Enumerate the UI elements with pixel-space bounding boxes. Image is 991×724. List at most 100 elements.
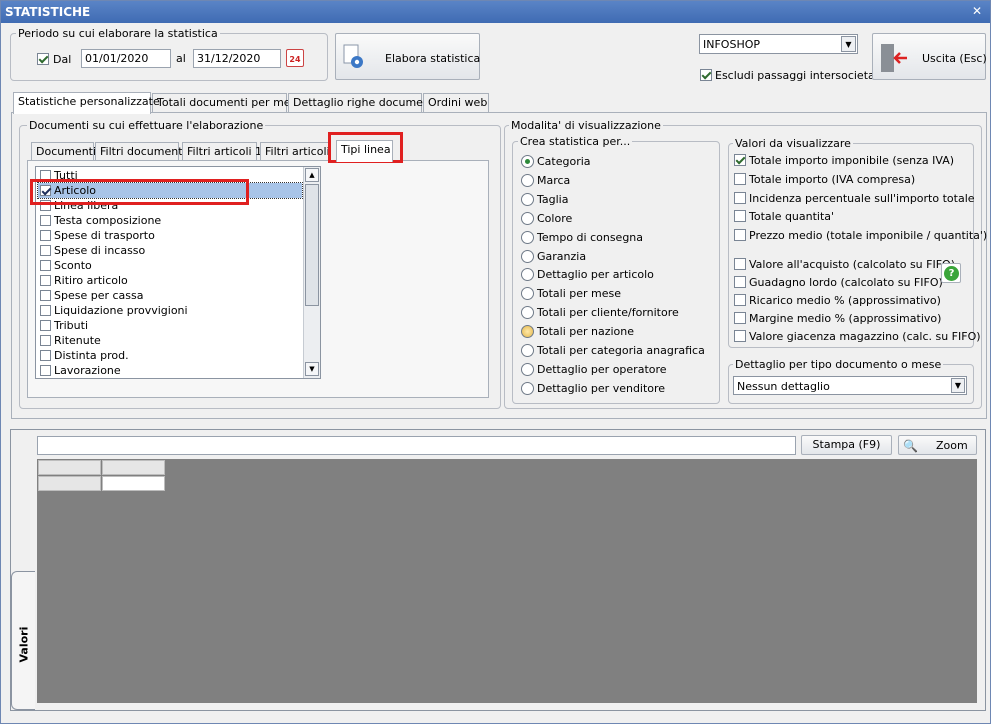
valori-label: Valore giacenza magazzino (calc. su FIFO… (749, 330, 981, 343)
list-item[interactable]: Distinta prod. (38, 348, 302, 363)
dettaglio-group-label: Dettaglio per tipo documento o mese (733, 358, 944, 371)
list-item-label: Liquidazione provvigioni (54, 304, 188, 317)
radio-option[interactable] (521, 381, 534, 395)
chevron-down-icon[interactable]: ▼ (951, 378, 965, 393)
radio-option-label: Categoria (537, 155, 591, 168)
list-item[interactable]: Testa composizione (38, 213, 302, 228)
tab-dettaglio-righe[interactable]: Dettaglio righe documenti (288, 93, 437, 113)
list-item-checkbox[interactable] (40, 305, 51, 316)
list-item-checkbox[interactable] (40, 275, 51, 286)
radio-option[interactable] (521, 344, 534, 357)
list-item[interactable]: Sconto (38, 258, 302, 273)
list-item[interactable]: Spese per cassa (38, 288, 302, 303)
zoom-icon: 🔍 (903, 439, 918, 453)
grid-row-header-cell (38, 476, 101, 491)
al-label: al (176, 52, 186, 65)
radio-option-label: Dettaglio per venditore (537, 381, 666, 395)
uscita-button[interactable]: Uscita (Esc) (872, 33, 987, 80)
radio-option[interactable] (521, 155, 534, 168)
list-item[interactable]: Spese di trasporto (38, 228, 302, 243)
chevron-down-icon[interactable]: ▼ (841, 36, 856, 52)
valori-checkbox[interactable] (734, 191, 746, 204)
valori-checkbox[interactable] (734, 229, 746, 242)
grid-header-cell (38, 460, 101, 475)
valori-label: Valore all'acquisto (calcolato su FIFO) (749, 258, 955, 271)
help-button[interactable]: ? (941, 263, 961, 283)
elabora-statistica-label: Elabora statistica (385, 52, 481, 65)
list-item-checkbox[interactable] (40, 365, 51, 376)
radio-option[interactable] (521, 173, 534, 187)
list-item-checkbox[interactable] (40, 350, 51, 361)
tab-filtri-articoli-2[interactable]: Filtri articoli 2 (260, 142, 330, 162)
side-tab-label: Valori (17, 626, 31, 663)
exclude-label: Escludi passaggi intersocietari (715, 69, 883, 82)
scrollbar[interactable]: ▲ ▼ (303, 167, 320, 378)
dal-checkbox[interactable] (37, 53, 49, 65)
list-item[interactable]: Ritiro articolo (38, 273, 302, 288)
radio-option[interactable] (521, 211, 534, 225)
tab-tipi-linea[interactable]: Tipi linea (336, 140, 393, 162)
list-item-checkbox[interactable] (40, 215, 51, 226)
valori-group-label: Valori da visualizzare (733, 137, 853, 150)
side-tab-valori[interactable]: Valori (11, 571, 35, 710)
valori-checkbox[interactable] (734, 258, 746, 270)
list-item-checkbox[interactable] (40, 290, 51, 301)
from-date-input[interactable] (81, 49, 171, 68)
list-item-checkbox[interactable] (40, 260, 51, 271)
list-item-checkbox[interactable] (40, 245, 51, 256)
to-date-input[interactable] (193, 49, 281, 68)
scroll-up-icon[interactable]: ▲ (305, 168, 319, 182)
valori-checkbox[interactable] (734, 294, 746, 306)
tab-documenti[interactable]: Documenti (31, 142, 97, 162)
tab-label: Documenti (36, 145, 97, 158)
exclude-checkbox[interactable] (700, 69, 712, 81)
valori-checkbox[interactable] (734, 312, 746, 324)
shop-select[interactable]: INFOSHOP ▼ (699, 34, 858, 54)
radio-option[interactable] (521, 192, 534, 206)
zoom-button[interactable]: 🔍 Zoom (898, 435, 977, 455)
tab-filtri-articoli-1[interactable]: Filtri articoli 1 (182, 142, 262, 162)
radio-option[interactable] (521, 325, 534, 339)
radio-option[interactable] (521, 230, 534, 244)
list-item-checkbox[interactable] (40, 230, 51, 241)
radio-option[interactable] (521, 249, 534, 263)
scroll-down-icon[interactable]: ▼ (305, 362, 319, 376)
tab-label: Filtri articoli 1 (187, 145, 263, 158)
valori-checkbox[interactable] (734, 330, 746, 342)
valori-checkbox[interactable] (734, 210, 746, 223)
tab-totali-documenti-mese[interactable]: Totali documenti per mese (152, 93, 303, 113)
valori-label: Totale importo (IVA compresa) (749, 172, 916, 186)
list-item-label: Ritenute (54, 334, 101, 347)
radio-option-label: Dettaglio per articolo (537, 268, 654, 282)
elabora-statistica-button[interactable]: Elabora statistica (335, 33, 480, 80)
list-item[interactable]: Lavorazione (38, 363, 302, 378)
tab-statistiche-personalizzate[interactable]: Statistiche personalizzate (13, 92, 160, 114)
stampa-label: Stampa (F9) (812, 438, 881, 451)
list-item[interactable]: Tributi (38, 318, 302, 333)
grid-cell[interactable] (102, 476, 165, 491)
stampa-button[interactable]: Stampa (F9) (801, 435, 892, 455)
list-item[interactable]: Ritenute (38, 333, 302, 348)
tab-ordini-web[interactable]: Ordini web (423, 93, 489, 113)
list-item-checkbox[interactable] (40, 320, 51, 331)
shop-select-value: INFOSHOP (703, 38, 761, 51)
crea-statistica-label: Crea statistica per... (518, 135, 633, 148)
search-input[interactable] (37, 436, 796, 455)
valori-checkbox[interactable] (734, 172, 746, 185)
dettaglio-select[interactable]: Nessun dettaglio ▼ (733, 376, 967, 395)
list-item-label: Spese di trasporto (54, 229, 155, 242)
radio-option[interactable] (521, 362, 534, 376)
tab-filtri-documenti[interactable]: Filtri documenti (95, 142, 186, 162)
radio-option-label: Garanzia (537, 249, 587, 263)
calendar-icon[interactable]: 24 (286, 49, 304, 67)
close-icon[interactable]: ✕ (970, 4, 984, 18)
list-item[interactable]: Spese di incasso (38, 243, 302, 258)
results-grid (37, 459, 977, 703)
title-bar: STATISTICHE (1, 1, 990, 23)
list-item[interactable]: Liquidazione provvigioni (38, 303, 302, 318)
list-item-checkbox[interactable] (40, 335, 51, 346)
scroll-thumb[interactable] (305, 184, 319, 306)
valori-checkbox[interactable] (734, 276, 746, 288)
valori-checkbox[interactable] (734, 154, 746, 166)
window-title: STATISTICHE (5, 5, 91, 19)
